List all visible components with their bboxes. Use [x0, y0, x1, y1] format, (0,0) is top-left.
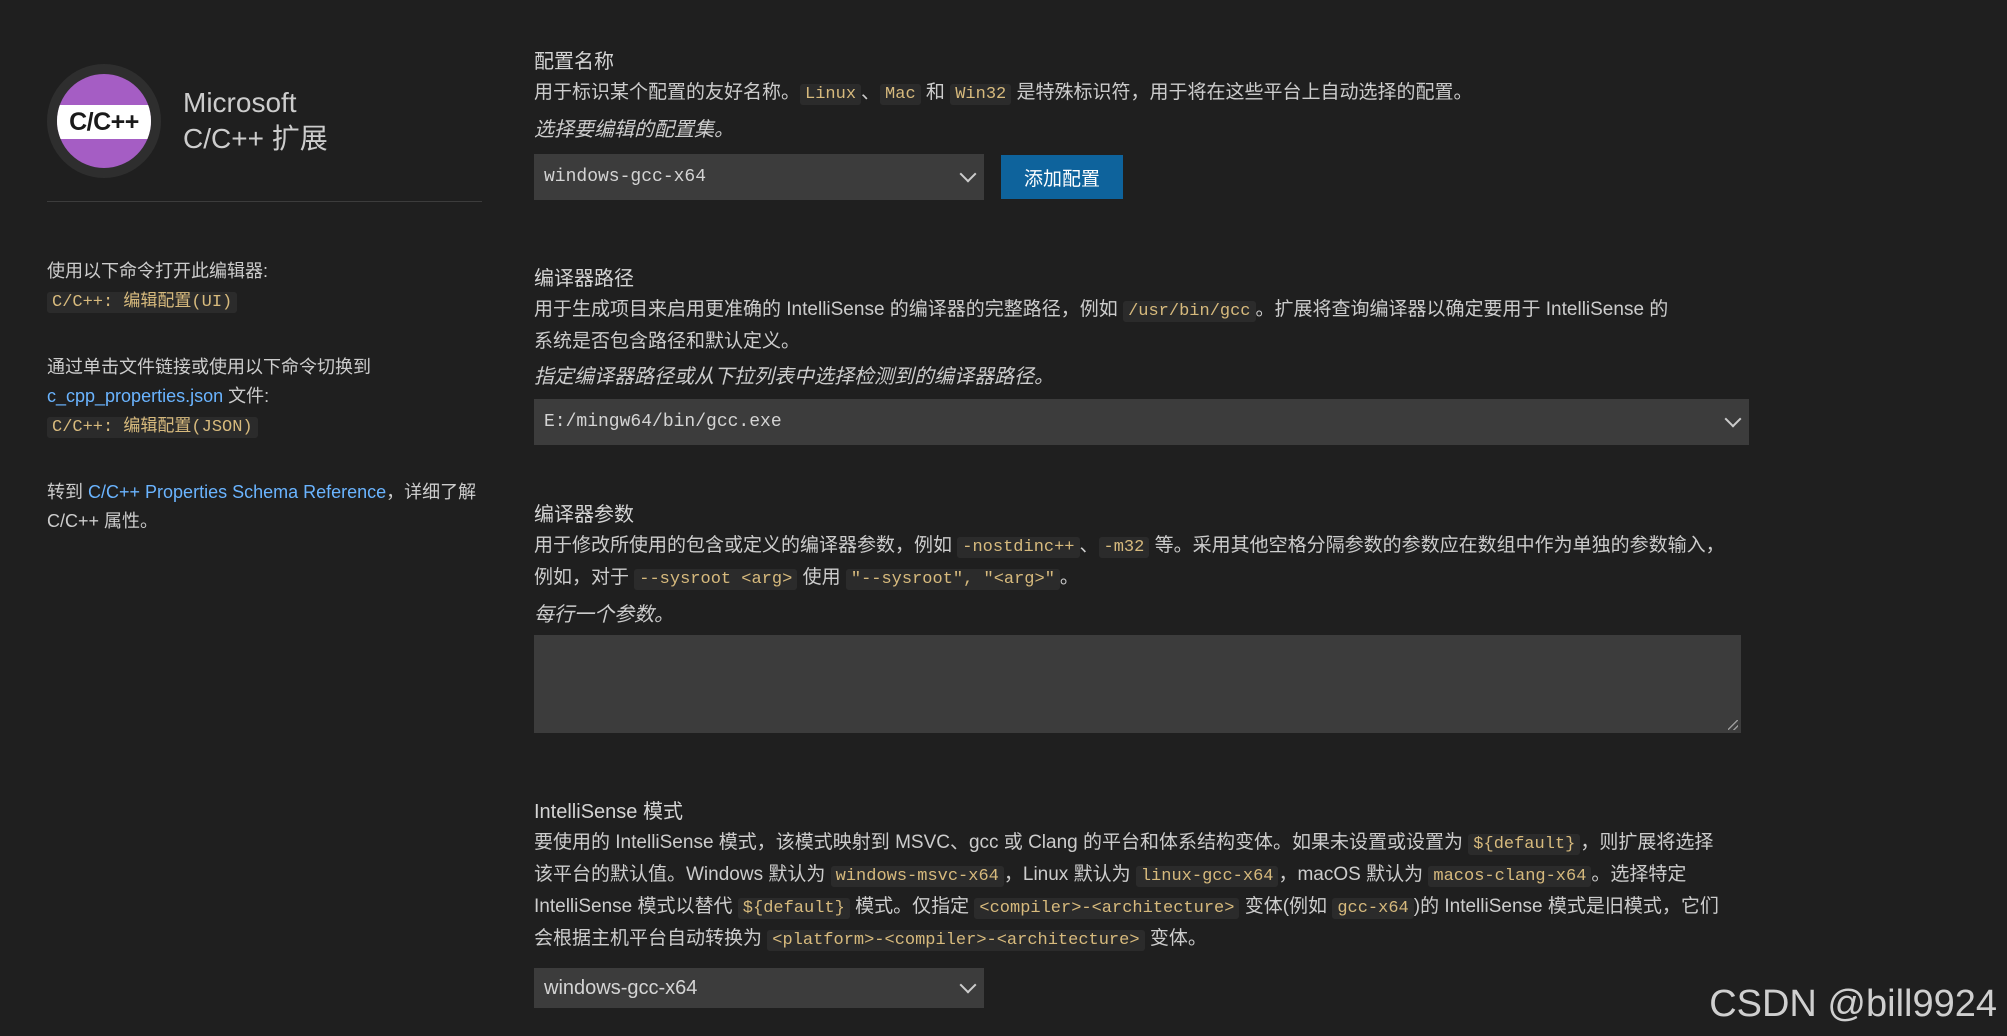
- compiler-path-value: E:/mingw64/bin/gcc.exe: [544, 412, 782, 432]
- chevron-down-icon: [959, 165, 977, 183]
- extension-name: Microsoft C/C++ 扩展: [183, 85, 328, 157]
- open-ui-label: 使用以下命令打开此编辑器:: [47, 261, 268, 281]
- extension-name-line1: Microsoft: [183, 87, 297, 118]
- intellisense-mode-value: windows-gcc-x64: [544, 976, 698, 999]
- cpp-logo-icon: C/C++: [47, 64, 161, 178]
- sidebar: C/C++ Microsoft C/C++ 扩展 使用以下命令打开此编辑器: C…: [47, 60, 482, 536]
- config-select-value: windows-gcc-x64: [544, 167, 707, 187]
- add-config-button[interactable]: 添加配置: [1001, 155, 1123, 199]
- code-default-2: ${default}: [737, 898, 850, 919]
- schema-prefix: 转到: [47, 482, 89, 502]
- intellisense-mode-select[interactable]: windows-gcc-x64: [534, 968, 984, 1008]
- chevron-down-icon: [1724, 410, 1742, 428]
- open-json-command: C/C++: 编辑配置(JSON): [47, 417, 258, 438]
- config-name-hint: 选择要编辑的配置集。: [534, 119, 734, 141]
- switch-json-info: 通过单击文件链接或使用以下命令切换到 c_cpp_properties.json…: [47, 353, 482, 442]
- code-gcc-x64: gcc-x64: [1332, 898, 1414, 919]
- config-name-title: 配置名称: [534, 51, 614, 73]
- code-compiler-architecture: <compiler>-<architecture>: [974, 898, 1240, 919]
- code-default: ${default}: [1468, 834, 1581, 855]
- code-nostdinc: -nostdinc++: [957, 537, 1080, 558]
- section-compiler-args: 编译器参数 用于修改所使用的包含或定义的编译器参数，例如 -nostdinc++…: [534, 502, 1744, 733]
- extension-name-line2: C/C++ 扩展: [183, 123, 328, 154]
- switch-json-label: 通过单击文件链接或使用以下命令切换到: [47, 357, 371, 377]
- compiler-path-hint: 指定编译器路径或从下拉列表中选择检测到的编译器路径。: [534, 366, 1054, 388]
- compiler-args-desc: 用于修改所使用的包含或定义的编译器参数，例如 -nostdinc++、 -m32 …: [534, 535, 1725, 590]
- code-m32: -m32: [1098, 537, 1150, 558]
- code-windows-msvc-x64: windows-msvc-x64: [830, 866, 1004, 887]
- compiler-path-title: 编译器路径: [534, 268, 634, 290]
- code-linux-gcc-x64: linux-gcc-x64: [1135, 866, 1279, 887]
- extension-header: C/C++ Microsoft C/C++ 扩展: [47, 60, 482, 182]
- config-name-desc: 用于标识某个配置的友好名称。 Linux、 Mac 和 Win32 是特殊标识符，用…: [534, 82, 1473, 105]
- intellisense-mode-desc: 要使用的 IntelliSense 模式，该模式映射到 MSVC、gcc 或 C…: [534, 832, 1719, 951]
- logo-text: C/C++: [57, 105, 151, 139]
- open-ui-info: 使用以下命令打开此编辑器: C/C++: 编辑配置(UI): [47, 257, 482, 317]
- compiler-path-combobox[interactable]: E:/mingw64/bin/gcc.exe: [534, 399, 1749, 445]
- code-win32: Win32: [950, 84, 1012, 105]
- compiler-args-hint: 每行一个参数。: [534, 604, 674, 626]
- watermark: CSDN @bill9924: [1709, 983, 1997, 1025]
- json-file-link[interactable]: c_cpp_properties.json: [47, 386, 223, 406]
- compiler-args-textarea[interactable]: [534, 635, 1741, 733]
- sidebar-divider: [47, 201, 482, 202]
- code-sysroot: --sysroot <arg>: [634, 569, 798, 590]
- code-sysroot-array: "--sysroot", "<arg>": [845, 569, 1060, 590]
- code-macos-clang-x64: macos-clang-x64: [1428, 866, 1592, 887]
- section-compiler-path: 编译器路径 用于生成项目来启用更准确的 IntelliSense 的编译器的完整…: [534, 266, 1749, 445]
- config-select[interactable]: windows-gcc-x64: [534, 154, 984, 200]
- compiler-path-desc: 用于生成项目来启用更准确的 IntelliSense 的编译器的完整路径，例如 …: [534, 299, 1669, 352]
- code-linux: Linux: [800, 84, 862, 105]
- chevron-down-icon: [959, 976, 977, 994]
- resize-grip-icon[interactable]: [1728, 720, 1738, 730]
- open-ui-command: C/C++: 编辑配置(UI): [47, 292, 238, 313]
- intellisense-mode-title: IntelliSense 模式: [534, 801, 683, 823]
- code-usr-bin-gcc: /usr/bin/gcc: [1123, 301, 1256, 322]
- code-mac: Mac: [880, 84, 921, 105]
- schema-reference-link[interactable]: C/C++ Properties Schema Reference: [88, 482, 386, 502]
- compiler-args-title: 编译器参数: [534, 504, 634, 526]
- section-config-name: 配置名称 用于标识某个配置的友好名称。 Linux、 Mac 和 Win32 是特殊…: [534, 49, 1744, 200]
- section-intellisense-mode: IntelliSense 模式 要使用的 IntelliSense 模式，该模式…: [534, 799, 1744, 1008]
- switch-json-suffix: 文件:: [223, 386, 270, 406]
- code-platform-compiler-architecture: <platform>-<compiler>-<architecture>: [767, 930, 1145, 951]
- schema-info: 转到 C/C++ Properties Schema Reference，详细了…: [47, 478, 482, 536]
